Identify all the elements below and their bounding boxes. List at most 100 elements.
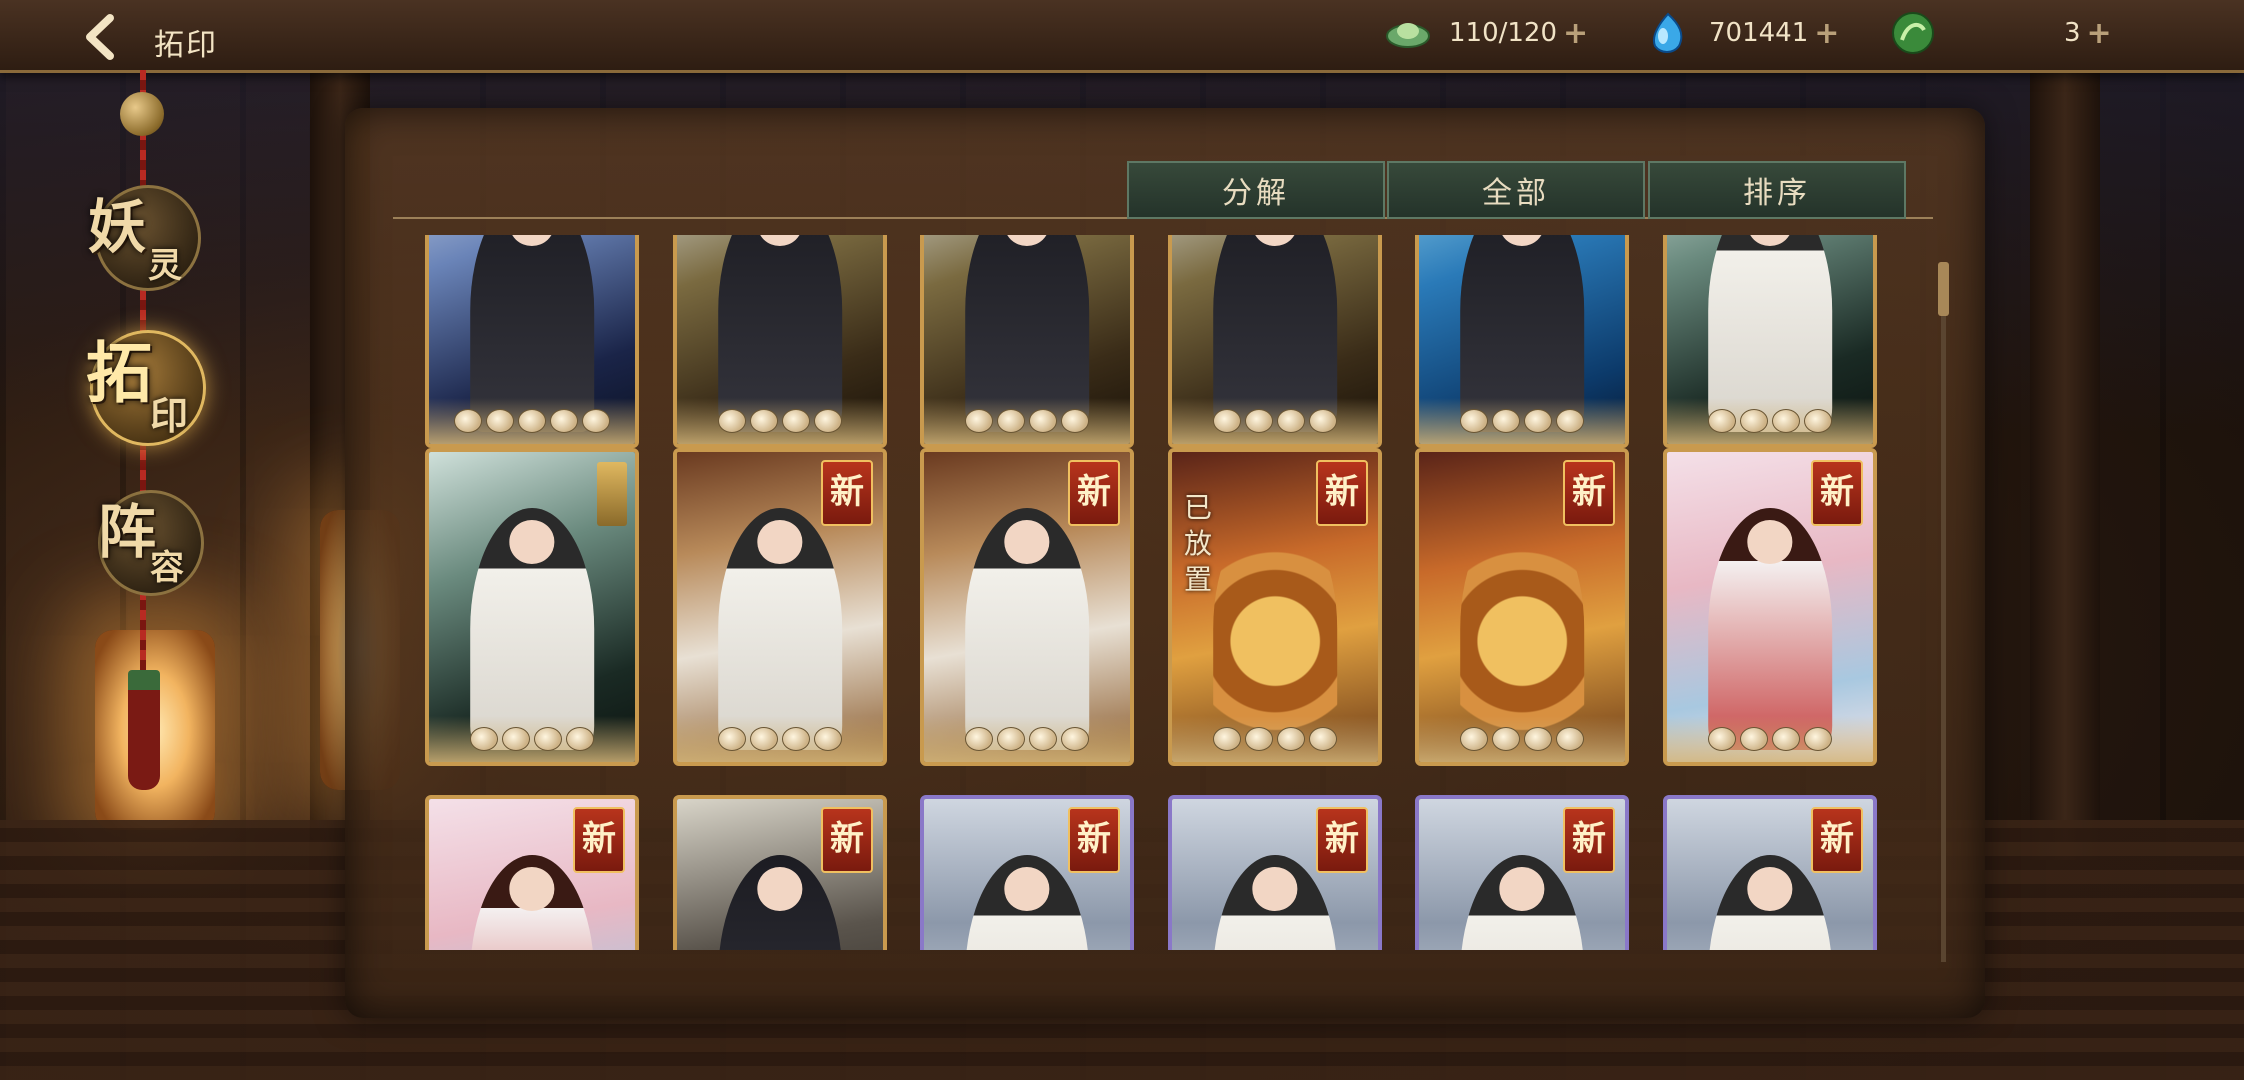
star-icon: [1772, 727, 1800, 751]
add-gems-button[interactable]: +: [1814, 16, 1839, 51]
nav-big-char: 拓: [86, 334, 152, 412]
new-badge: 新: [1563, 807, 1615, 873]
card-grid[interactable]: 新新新已放置新新新新新新新新: [420, 235, 1900, 950]
new-badge: 新: [1068, 807, 1120, 873]
star-icon: [965, 727, 993, 751]
new-badge: 新: [1068, 460, 1120, 526]
card-star-rating: [429, 398, 635, 444]
star-icon: [750, 727, 778, 751]
star-icon: [1029, 727, 1057, 751]
star-icon: [518, 409, 546, 433]
star-icon: [1213, 409, 1241, 433]
star-icon: [1309, 409, 1337, 433]
resource-token: 3 +: [1890, 10, 2112, 56]
new-badge: 新: [821, 807, 873, 873]
card-item[interactable]: [1663, 235, 1877, 448]
card-item[interactable]: [425, 448, 639, 766]
star-icon: [1804, 409, 1832, 433]
card-item[interactable]: 新: [1168, 795, 1382, 950]
scrollbar-track[interactable]: [1941, 262, 1946, 962]
star-icon: [1277, 409, 1305, 433]
star-icon: [1460, 409, 1488, 433]
new-badge: 新: [573, 807, 625, 873]
star-icon: [1492, 727, 1520, 751]
card-star-rating: [1172, 716, 1378, 762]
new-badge: 新: [1316, 807, 1368, 873]
star-icon: [718, 727, 746, 751]
card-item[interactable]: 新: [1415, 448, 1629, 766]
star-icon: [1309, 727, 1337, 751]
card-item[interactable]: 新: [1663, 448, 1877, 766]
star-icon: [486, 409, 514, 433]
card-item[interactable]: 新: [673, 795, 887, 950]
card-item[interactable]: [1415, 235, 1629, 448]
card-star-rating: [429, 716, 635, 762]
card-item[interactable]: 新: [1663, 795, 1877, 950]
star-icon: [718, 409, 746, 433]
star-icon: [1029, 409, 1057, 433]
star-icon: [1772, 409, 1800, 433]
card-item[interactable]: [920, 235, 1134, 448]
tab-sort[interactable]: 排序: [1648, 161, 1906, 219]
star-icon: [454, 409, 482, 433]
new-badge: 新: [1563, 460, 1615, 526]
new-badge: 新: [821, 460, 873, 526]
star-icon: [1556, 727, 1584, 751]
nav-small-char: 容: [150, 548, 184, 588]
scrollbar-thumb[interactable]: [1938, 262, 1949, 316]
card-star-rating: [677, 398, 883, 444]
add-stamina-button[interactable]: +: [1563, 16, 1588, 51]
star-icon: [1061, 409, 1089, 433]
tab-decompose[interactable]: 分解: [1127, 161, 1385, 219]
resource-gems-value: 701441: [1709, 18, 1809, 48]
card-character: [1213, 507, 1337, 750]
card-item[interactable]: 新: [920, 448, 1134, 766]
card-star-rating: [1172, 398, 1378, 444]
card-item[interactable]: [425, 235, 639, 448]
resource-gems: 701441 +: [1645, 10, 1839, 56]
star-icon: [1708, 727, 1736, 751]
card-item[interactable]: 新: [1415, 795, 1629, 950]
placed-label: 已放置: [1184, 491, 1213, 596]
back-button[interactable]: [78, 12, 128, 62]
star-icon: [550, 409, 578, 433]
tab-all[interactable]: 全部: [1387, 161, 1645, 219]
star-icon: [997, 409, 1025, 433]
star-icon: [814, 409, 842, 433]
star-icon: [782, 727, 810, 751]
star-icon: [1460, 727, 1488, 751]
nav-big-char: 阵: [98, 498, 157, 566]
card-item[interactable]: [1168, 235, 1382, 448]
star-icon: [814, 727, 842, 751]
star-icon: [1524, 409, 1552, 433]
star-icon: [997, 727, 1025, 751]
resource-stamina: 110/120 +: [1385, 10, 1588, 56]
card-character: [1460, 507, 1584, 750]
card-item[interactable]: 新 已放置: [1168, 448, 1382, 766]
star-icon: [470, 727, 498, 751]
card-star-rating: [677, 716, 883, 762]
card-star-rating: [1419, 716, 1625, 762]
card-star-rating: [924, 398, 1130, 444]
tassel-icon: [128, 670, 160, 790]
star-icon: [782, 409, 810, 433]
star-icon: [965, 409, 993, 433]
resource-stamina-value: 110/120: [1449, 18, 1558, 48]
card-item[interactable]: [673, 235, 887, 448]
add-token-button[interactable]: +: [2087, 16, 2112, 51]
top-bar: 拓印 110/120 + 701441 + 3 +: [0, 0, 2244, 73]
card-item[interactable]: 新: [425, 795, 639, 950]
star-icon: [1708, 409, 1736, 433]
resource-token-value: 3: [2064, 18, 2081, 48]
star-icon: [582, 409, 610, 433]
star-icon: [1061, 727, 1089, 751]
star-icon: [566, 727, 594, 751]
background-pillar: [2030, 40, 2100, 860]
star-icon: [1245, 409, 1273, 433]
star-icon: [1804, 727, 1832, 751]
card-item[interactable]: 新: [920, 795, 1134, 950]
level-tag-icon: [597, 462, 627, 526]
nav-small-char: 灵: [148, 246, 182, 286]
card-item[interactable]: 新: [673, 448, 887, 766]
card-star-rating: [1667, 398, 1873, 444]
